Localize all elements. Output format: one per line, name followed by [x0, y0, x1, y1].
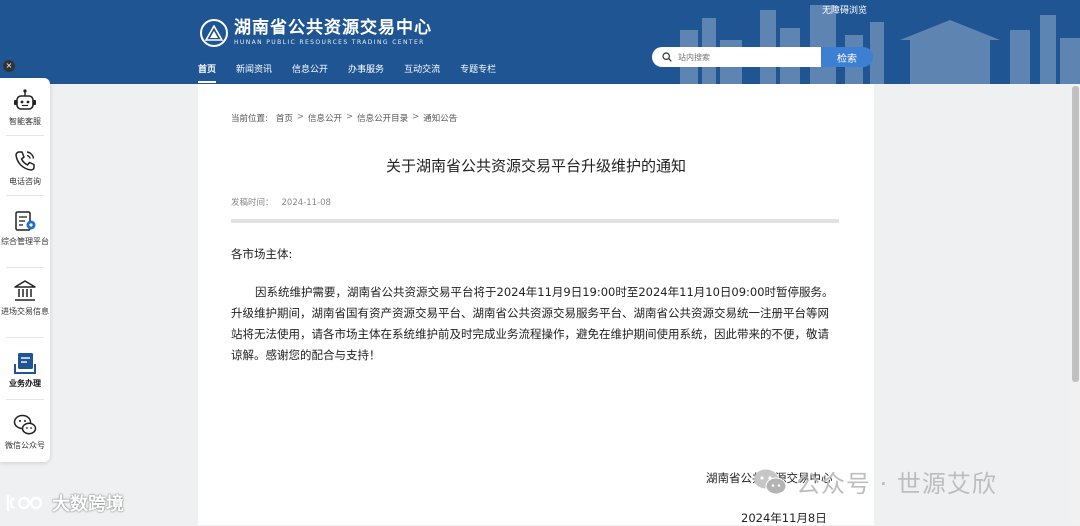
breadcrumb-separator: > — [412, 112, 420, 122]
sidebar-divider — [6, 337, 44, 338]
sidebar-item-label: 智能客服 — [9, 117, 41, 126]
watermark-left: 大数跨境 — [4, 490, 124, 516]
search-box — [652, 47, 822, 67]
publish-label: 发稿时间： — [231, 198, 274, 208]
business-handling-icon — [0, 350, 50, 376]
breadcrumb-prefix: 当前位置: — [231, 114, 268, 124]
breadcrumb-separator: > — [346, 112, 354, 122]
barrier-free-link[interactable]: 无障碍浏览 — [822, 3, 867, 16]
management-platform-icon — [0, 208, 50, 234]
breadcrumb-notices[interactable]: 通知公告 — [423, 112, 457, 124]
watermark-logo-icon — [6, 495, 43, 511]
floating-service-sidebar: 智能客服 电话咨询 综合管理平台 进场交易信息 业务办理 微信公众号 — [0, 78, 50, 462]
robot-icon — [0, 88, 50, 114]
watermark-right: 公众号 · 世源艾欣 — [752, 464, 997, 499]
logo-title: 湖南省公共资源交易中心 — [234, 18, 432, 38]
sidebar-item-business[interactable]: 业务办理 — [0, 350, 50, 389]
sidebar-divider — [6, 195, 44, 196]
sidebar-item-label: 电话咨询 — [9, 177, 41, 186]
watermark-right-text: 公众号 · 世源艾欣 — [796, 470, 997, 498]
sidebar-item-wechat[interactable]: 微信公众号 — [0, 412, 50, 451]
article-panel: 当前位置: 首页 > 信息公开 > 信息公开目录 > 通知公告 关于湖南省公共资… — [198, 84, 874, 525]
breadcrumb-info-disclosure[interactable]: 信息公开 — [308, 112, 342, 124]
search-icon — [662, 52, 672, 62]
sidebar-item-label: 微信公众号 — [5, 441, 45, 450]
article-title: 关于湖南省公共资源交易平台升级维护的通知 — [385, 157, 686, 175]
wechat-icon — [0, 412, 50, 438]
logo-emblem-icon — [200, 18, 228, 47]
publish-info: 发稿时间： 2024-11-08 — [231, 196, 331, 208]
bank-building-icon — [0, 278, 50, 304]
nav-news[interactable]: 新闻资讯 — [236, 62, 272, 75]
sidebar-item-label: 业务办理 — [9, 379, 41, 388]
sidebar-divider — [6, 267, 44, 268]
wechat-watermark-icon — [754, 469, 787, 494]
sidebar-item-management-platform[interactable]: 综合管理平台 — [0, 208, 50, 247]
main-nav: 首页 新闻资讯 信息公开 办事服务 互动交流 专题专栏 — [198, 62, 516, 83]
nav-info-disclosure[interactable]: 信息公开 — [292, 62, 328, 75]
article-sign-date: 2024年11月8日 — [741, 511, 827, 525]
article-body: 因系统维护需要，湖南省公共资源交易平台将于2024年11月9日19:00时至20… — [231, 285, 834, 362]
sidebar-close-icon[interactable]: × — [3, 60, 15, 72]
breadcrumb-home[interactable]: 首页 — [276, 112, 293, 124]
breadcrumb-separator: > — [296, 112, 305, 122]
nav-home[interactable]: 首页 — [198, 62, 217, 83]
page-scrollbar[interactable] — [1071, 84, 1080, 525]
city-skyline-decoration — [680, 5, 1080, 84]
sidebar-item-phone[interactable]: 电话咨询 — [0, 148, 50, 187]
phone-icon — [0, 148, 50, 174]
sidebar-item-label: 进场交易信息 — [1, 307, 49, 316]
logo-subtitle: HUNAN PUBLIC RESOURCES TRADING CENTER — [234, 39, 425, 46]
site-header: 湖南省公共资源交易中心 HUNAN PUBLIC RESOURCES TRADI… — [0, 0, 1080, 84]
sidebar-item-trading-info[interactable]: 进场交易信息 — [0, 278, 50, 317]
sidebar-divider — [6, 135, 44, 136]
breadcrumb: 当前位置: 首页 > 信息公开 > 信息公开目录 > 通知公告 — [231, 112, 457, 124]
breadcrumb-info-directory[interactable]: 信息公开目录 — [357, 112, 408, 124]
scrollbar-thumb[interactable] — [1072, 86, 1079, 382]
sidebar-item-smart-service[interactable]: 智能客服 — [0, 88, 50, 127]
site-logo[interactable]: 湖南省公共资源交易中心 HUNAN PUBLIC RESOURCES TRADI… — [200, 18, 432, 47]
nav-interaction[interactable]: 互动交流 — [404, 62, 440, 75]
title-divider — [231, 219, 839, 223]
nav-special-topics[interactable]: 专题专栏 — [460, 62, 496, 75]
sidebar-divider — [6, 399, 44, 400]
publish-date: 2024-11-08 — [281, 198, 331, 208]
article-greeting: 各市场主体: — [231, 247, 293, 261]
nav-services[interactable]: 办事服务 — [348, 62, 384, 75]
search-input[interactable] — [676, 51, 810, 63]
watermark-left-text: 大数跨境 — [52, 494, 124, 515]
search-button[interactable]: 检索 — [821, 47, 873, 67]
sidebar-item-label: 综合管理平台 — [1, 237, 49, 246]
